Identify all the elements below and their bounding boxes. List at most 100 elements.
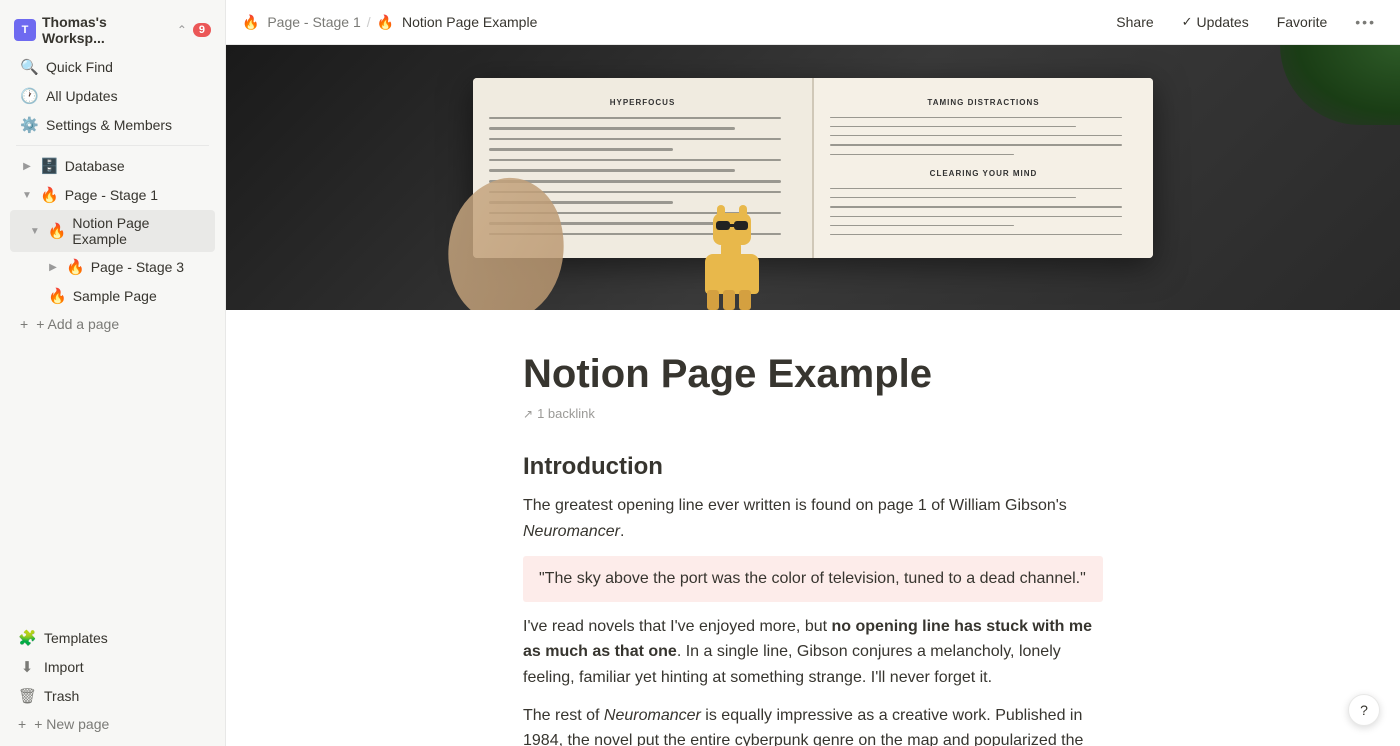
breadcrumb-label-2: Notion Page Example	[402, 14, 537, 30]
sidebar-item-templates[interactable]: 🧩 Templates	[8, 624, 217, 652]
workspace-chevron-icon: ⌃	[177, 23, 187, 37]
book-text-r6	[830, 188, 1122, 189]
sidebar-item-label: Settings & Members	[46, 117, 172, 133]
updates-label: Updates	[1197, 14, 1249, 30]
breadcrumb-item-current[interactable]: 🔥 Notion Page Example	[377, 14, 538, 31]
breadcrumb-separator: /	[367, 14, 371, 30]
favorite-button[interactable]: Favorite	[1269, 10, 1336, 34]
new-page-button[interactable]: + + New page	[8, 711, 217, 737]
book-text-r5	[830, 154, 1014, 155]
chevron-down-icon: ▼	[28, 226, 42, 237]
add-page-label: + Add a page	[36, 316, 119, 332]
sample-page-emoji: 🔥	[48, 287, 67, 305]
sidebar-item-label: Templates	[44, 630, 108, 646]
book-text-3	[489, 138, 781, 141]
sidebar-item-label: Sample Page	[73, 288, 157, 304]
breadcrumb-label-1: Page - Stage 1	[267, 14, 360, 30]
sidebar-item-label: Trash	[44, 688, 79, 704]
sidebar-item-trash[interactable]: 🗑 Trash	[8, 682, 217, 710]
sidebar-item-label: Notion Page Example	[72, 215, 205, 247]
sidebar-item-label: Database	[65, 158, 125, 174]
bold-text: no opening line has stuck with me as muc…	[523, 618, 1092, 661]
trash-icon: 🗑	[18, 687, 36, 705]
sidebar-item-label: All Updates	[46, 88, 118, 104]
search-icon: 🔍	[20, 58, 38, 76]
sidebar-item-all-updates[interactable]: 🕐 All Updates	[10, 82, 215, 110]
page-example-emoji: 🔥	[48, 222, 67, 240]
page-title: Notion Page Example	[523, 350, 1103, 398]
book-text-r3	[830, 135, 1122, 136]
book-text-r1	[830, 117, 1122, 118]
book-text-4	[489, 148, 673, 151]
sidebar-item-label: Import	[44, 659, 84, 675]
book-text-r9	[830, 216, 1122, 217]
sidebar-item-settings[interactable]: ⚙️ Settings & Members	[10, 111, 215, 139]
book-text-2	[489, 127, 735, 130]
book-right-title: TAMING DISTRACTIONS	[830, 98, 1137, 107]
sidebar-divider	[16, 145, 209, 146]
more-button[interactable]: •••	[1347, 10, 1384, 34]
intro-paragraph-3: The rest of Neuromancer is equally impre…	[523, 703, 1103, 746]
workspace-name: Thomas's Worksp...	[42, 14, 171, 46]
import-icon: ⬇	[18, 658, 36, 676]
share-label: Share	[1116, 14, 1153, 30]
intro-heading: Introduction	[523, 453, 1103, 481]
main-content: 🔥 Page - Stage 1 / 🔥 Notion Page Example…	[226, 0, 1400, 746]
sidebar-item-label: Quick Find	[46, 59, 113, 75]
sidebar-item-page-stage-1[interactable]: ▼ 🔥 Page - Stage 1	[10, 181, 215, 209]
breadcrumb-item-page-stage1[interactable]: 🔥 Page - Stage 1	[242, 14, 361, 31]
add-page-button[interactable]: + + Add a page	[10, 311, 215, 337]
book-text-r4	[830, 144, 1122, 145]
help-icon: ?	[1360, 702, 1368, 718]
sidebar-item-page-stage-3[interactable]: ▶ 🔥 Page - Stage 3	[10, 253, 215, 281]
new-page-label: + New page	[34, 716, 109, 732]
book-text-1	[489, 117, 781, 120]
book-text-7	[489, 180, 781, 183]
plus-icon: +	[18, 716, 26, 732]
topbar: 🔥 Page - Stage 1 / 🔥 Notion Page Example…	[226, 0, 1400, 45]
favorite-label: Favorite	[1277, 14, 1328, 30]
book-text-r2	[830, 126, 1076, 127]
sidebar-item-label: Page - Stage 3	[91, 259, 184, 275]
sidebar-item-database[interactable]: ▶ 🗄️ Database	[10, 152, 215, 180]
clock-icon: 🕐	[20, 87, 38, 105]
intro-paragraph-2: I've read novels that I've enjoyed more,…	[523, 614, 1103, 691]
check-icon: ✓	[1182, 14, 1193, 30]
sidebar-item-label: Page - Stage 1	[65, 187, 158, 203]
topbar-actions: Share ✓ Updates Favorite •••	[1108, 10, 1384, 34]
sidebar: T Thomas's Worksp... ⌃ 9 🔍 Quick Find 🕐 …	[0, 0, 226, 746]
page-body: Notion Page Example ↗ 1 backlink Introdu…	[463, 310, 1163, 746]
share-button[interactable]: Share	[1108, 10, 1161, 34]
sidebar-item-quick-find[interactable]: 🔍 Quick Find	[10, 53, 215, 81]
page-content-area[interactable]: HYPERFOCUS	[226, 45, 1400, 746]
book-right-subtitle: CLEARING YOUR MIND	[830, 169, 1137, 178]
llama-mascot	[693, 205, 773, 310]
help-button[interactable]: ?	[1348, 694, 1380, 726]
sidebar-item-sample-page[interactable]: ▶ 🔥 Sample Page	[10, 282, 215, 310]
backlink-count: 1 backlink	[537, 406, 595, 421]
backlink-icon: ↗	[523, 407, 533, 421]
intro-paragraph-1: The greatest opening line ever written i…	[523, 493, 1103, 544]
book-text-5	[489, 159, 781, 162]
breadcrumb-emoji-2: 🔥	[377, 14, 394, 30]
book-text-r11	[830, 234, 1122, 235]
chevron-down-icon: ▼	[20, 190, 34, 201]
workspace-icon: T	[14, 19, 36, 41]
workspace-row[interactable]: T Thomas's Worksp... ⌃ 9	[6, 8, 219, 52]
templates-icon: 🧩	[18, 629, 36, 647]
sidebar-item-import[interactable]: ⬇ Import	[8, 653, 217, 681]
book-left-title: HYPERFOCUS	[489, 98, 796, 107]
backlink-row[interactable]: ↗ 1 backlink	[523, 406, 1103, 421]
more-icon: •••	[1355, 14, 1376, 30]
updates-button[interactable]: ✓ Updates	[1174, 10, 1257, 34]
green-leaves-decoration	[1280, 45, 1400, 125]
database-emoji: 🗄️	[40, 157, 59, 175]
chevron-right-icon: ▶	[20, 161, 34, 172]
cover-image: HYPERFOCUS	[226, 45, 1400, 310]
chevron-right-icon: ▶	[46, 262, 60, 273]
plus-icon: +	[20, 316, 28, 332]
breadcrumb-emoji-1: 🔥	[242, 14, 259, 30]
breadcrumb: 🔥 Page - Stage 1 / 🔥 Notion Page Example	[242, 14, 537, 31]
cover-background: HYPERFOCUS	[226, 45, 1400, 310]
sidebar-item-notion-page-example[interactable]: ▼ 🔥 Notion Page Example	[10, 210, 215, 252]
